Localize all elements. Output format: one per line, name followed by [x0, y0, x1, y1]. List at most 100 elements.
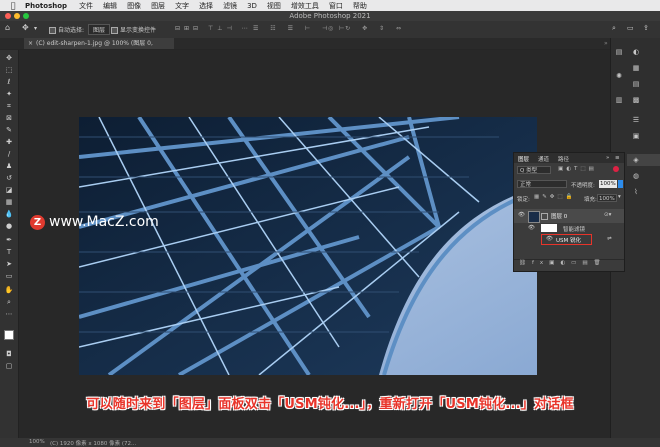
- color-panel-icon[interactable]: ◐: [631, 48, 641, 56]
- tab-layers[interactable]: 图层: [518, 155, 529, 163]
- path-select-icon[interactable]: ➤: [4, 260, 14, 268]
- filter-blending-options-icon[interactable]: ⇌: [607, 236, 612, 242]
- paths-icon[interactable]: ⌇: [631, 188, 641, 196]
- layers-icon[interactable]: ◈: [631, 156, 641, 164]
- libraries-icon[interactable]: ▣: [631, 132, 641, 140]
- close-icon[interactable]: ×: [28, 40, 33, 47]
- menu-window[interactable]: 窗口: [329, 1, 343, 11]
- lasso-tool-icon[interactable]: ℓ: [4, 78, 14, 86]
- zoom-tool-icon[interactable]: ⌕: [4, 298, 14, 306]
- home-icon[interactable]: ⌂: [5, 23, 10, 32]
- smart-object-badge-icon: [541, 213, 548, 220]
- filter-row: Q 类型 ▣◐T⬚▤: [514, 166, 624, 176]
- gradient-tool-icon[interactable]: ▦: [4, 198, 14, 206]
- share-icon[interactable]: ⇪: [643, 24, 649, 32]
- brush-tool-icon[interactable]: /: [4, 150, 14, 158]
- show-transform-checkbox[interactable]: 显示变换控件: [111, 25, 156, 34]
- auto-select-dropdown[interactable]: 图层: [88, 24, 111, 35]
- panel-menu-icon[interactable]: ≡: [615, 155, 620, 161]
- brush-settings-icon[interactable]: ✺: [614, 72, 624, 80]
- visibility-eye-icon[interactable]: 👁: [546, 236, 553, 242]
- gradients-icon[interactable]: ▤: [631, 80, 641, 88]
- apple-icon[interactable]: : [9, 1, 17, 10]
- tab-paths[interactable]: 路径: [558, 155, 569, 163]
- healing-brush-icon[interactable]: ✚: [4, 138, 14, 146]
- menu-type[interactable]: 文字: [175, 1, 189, 11]
- menu-file[interactable]: 文件: [79, 1, 93, 11]
- title-bar: Adobe Photoshop 2021: [0, 11, 660, 21]
- menu-edit[interactable]: 编辑: [103, 1, 117, 11]
- document-info[interactable]: (C) 1920 像素 x 1080 像素 (72...: [50, 439, 136, 447]
- fill-input[interactable]: 100%: [597, 194, 617, 202]
- collapse-icon[interactable]: »: [604, 40, 608, 47]
- auto-select-checkbox[interactable]: 自动选择:: [49, 25, 84, 34]
- smart-filters-row[interactable]: 👁 智能滤镜: [514, 224, 624, 234]
- stamp-tool-icon[interactable]: ♟: [4, 162, 14, 170]
- visibility-eye-icon[interactable]: 👁: [518, 212, 525, 218]
- pen-tool-icon[interactable]: ✒: [4, 236, 14, 244]
- swatches-icon[interactable]: ▦: [631, 64, 641, 72]
- dodge-tool-icon[interactable]: ●: [4, 222, 14, 230]
- align-icons[interactable]: ⊟⊞⊟ ⊤⊥⊣ ⋯: [175, 25, 252, 32]
- bridge-photo[interactable]: [79, 117, 537, 375]
- eraser-icon[interactable]: ◪: [4, 186, 14, 194]
- document-tab[interactable]: ×(C) edit-sharpen-1.jpg @ 100% (图层 0, RG…: [24, 38, 174, 58]
- menu-help[interactable]: 帮助: [353, 1, 367, 11]
- screen-mode-icon[interactable]: ▢: [4, 362, 14, 370]
- chevron-down-icon[interactable]: ▾: [34, 25, 37, 32]
- menu-select[interactable]: 选择: [199, 1, 213, 11]
- channels-icon[interactable]: ◍: [631, 172, 641, 180]
- properties-icon[interactable]: ▥: [614, 96, 624, 104]
- opacity-input[interactable]: 100%: [599, 180, 617, 188]
- workspace-icon[interactable]: ▭: [627, 24, 634, 32]
- panel-collapse-icon[interactable]: »: [606, 155, 609, 161]
- magic-wand-icon[interactable]: ✦: [4, 90, 14, 98]
- history-icon[interactable]: ▤: [614, 48, 624, 56]
- 3d-mode-icons[interactable]: ◎ ↻ ✥ ⇕ ⇔: [328, 25, 406, 32]
- status-bar: 100% (C) 1920 像素 x 1080 像素 (72...: [0, 438, 660, 447]
- patterns-icon[interactable]: ▩: [631, 96, 641, 104]
- layer-name[interactable]: 图层 0: [551, 212, 567, 220]
- move-tool-icon[interactable]: ✥: [22, 23, 29, 32]
- eyedropper-icon[interactable]: ✎: [4, 126, 14, 134]
- zoom-level[interactable]: 100%: [29, 439, 45, 445]
- hand-tool-icon[interactable]: ✋: [4, 286, 14, 294]
- menu-image[interactable]: 图像: [127, 1, 141, 11]
- options-bar: ⌂ ✥ ▾ 自动选择: 图层 显示变换控件 ⊟⊞⊟ ⊤⊥⊣ ⋯ ☰ ☷ ☰ ⊢ …: [0, 21, 660, 39]
- crop-tool-icon[interactable]: ⌗: [4, 102, 14, 110]
- frame-tool-icon[interactable]: ⊠: [4, 114, 14, 122]
- tab-channels[interactable]: 通道: [538, 155, 549, 163]
- blur-tool-icon[interactable]: 💧: [4, 210, 14, 218]
- foreground-color-swatch[interactable]: [4, 330, 14, 340]
- watermark-text: www.MacZ.com: [49, 214, 159, 230]
- shape-tool-icon[interactable]: ▭: [4, 272, 14, 280]
- usm-filter-name[interactable]: USM 锐化: [556, 236, 581, 244]
- layer-row[interactable]: 👁 图层 0 ⊙▾: [514, 209, 624, 223]
- filter-toggle-icon[interactable]: [613, 166, 619, 172]
- layers-footer-icons[interactable]: ⛓fx▣◐▭▤🗑: [514, 259, 624, 269]
- more-tools-icon[interactable]: ⋯: [4, 310, 14, 318]
- filter-mask-thumbnail[interactable]: [541, 224, 557, 232]
- quick-mask-icon[interactable]: ◘: [4, 350, 14, 358]
- type-tool-icon[interactable]: T: [4, 248, 14, 256]
- kind-filter-dropdown[interactable]: Q 类型: [517, 166, 551, 174]
- visibility-eye-icon[interactable]: 👁: [528, 225, 535, 231]
- blend-mode-dropdown[interactable]: 正常: [517, 180, 567, 188]
- menu-view[interactable]: 视图: [267, 1, 281, 11]
- menu-filter[interactable]: 滤镜: [223, 1, 237, 11]
- lock-icons[interactable]: ▦✎✥⬚🔒: [534, 194, 575, 200]
- history-brush-icon[interactable]: ↺: [4, 174, 14, 182]
- search-icon[interactable]: ⌕: [612, 24, 616, 33]
- opacity-dropdown-button[interactable]: [618, 180, 623, 188]
- filter-type-icons[interactable]: ▣◐T⬚▤: [558, 166, 597, 172]
- app-menu[interactable]: Photoshop: [25, 2, 67, 10]
- usm-filter-row[interactable]: 👁 USM 锐化 ⇌: [514, 234, 624, 246]
- adjustments-icon[interactable]: ☰: [631, 116, 641, 124]
- menu-3d[interactable]: 3D: [247, 2, 257, 10]
- menu-layer[interactable]: 图层: [151, 1, 165, 11]
- marquee-tool-icon[interactable]: ⬚: [4, 66, 14, 74]
- auto-select-label: 自动选择:: [58, 27, 85, 34]
- move-tool-icon[interactable]: ✥: [4, 54, 14, 62]
- menu-plugins[interactable]: 增效工具: [291, 1, 319, 11]
- fill-dropdown-icon[interactable]: ▾: [618, 194, 621, 200]
